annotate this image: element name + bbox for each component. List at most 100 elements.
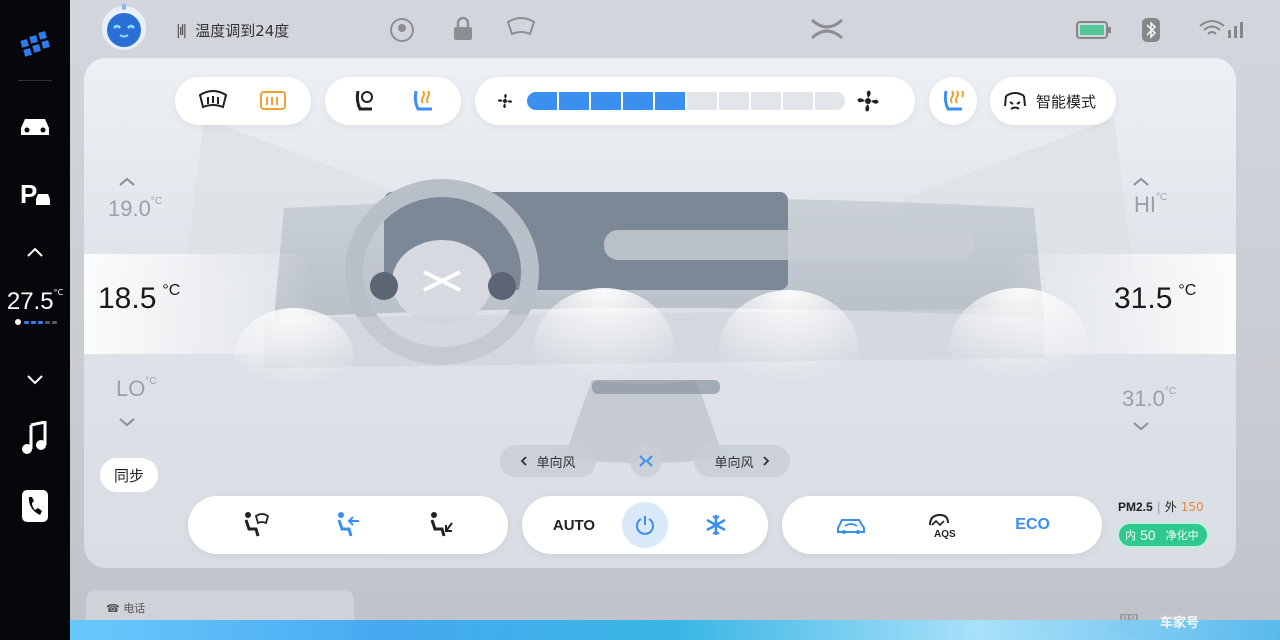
left-down-unit: °C — [145, 376, 157, 387]
left-temp-unit: °C — [162, 282, 181, 299]
right-up-unit: °C — [1156, 192, 1168, 203]
cabin-temp-value: 27.5 — [6, 288, 54, 315]
auto-button[interactable]: AUTO — [550, 501, 598, 549]
small-fan-icon — [14, 319, 21, 325]
ac-cooling-button[interactable] — [692, 501, 740, 549]
inside-label: 内 — [1125, 529, 1136, 542]
right-temp-up-value[interactable]: HI°C — [1134, 192, 1167, 218]
vent-sweep-button[interactable] — [630, 445, 662, 477]
airflow-mode-group — [188, 496, 508, 554]
fan-seg — [751, 92, 781, 110]
rear-defrost-button[interactable] — [249, 77, 297, 125]
eco-label: ECO — [1015, 516, 1050, 533]
battery-icon — [1076, 20, 1112, 44]
fan-seg — [527, 92, 557, 110]
climate-panel: 智能模式 19.0°C 18.5 °C LO°C HI°C 31.5 °C 31.0… — [84, 58, 1236, 568]
right-temp-down-value[interactable]: 31.0°C — [1122, 386, 1176, 412]
defrost-group — [175, 77, 311, 125]
fan-high-icon[interactable] — [853, 89, 883, 113]
left-temp-down-chevron-icon[interactable] — [118, 412, 136, 431]
right-down-unit: °C — [1164, 386, 1177, 397]
fan-seg — [783, 92, 813, 110]
right-temp-up-chevron-icon[interactable] — [1132, 172, 1150, 191]
left-temp-up-value[interactable]: 19.0°C — [108, 196, 162, 222]
voice-message: 温度调到24度 — [195, 22, 290, 40]
dock-fan-seg — [30, 320, 36, 324]
auto-label: AUTO — [552, 516, 596, 534]
voice-assistant-avatar[interactable] — [96, 2, 152, 58]
fan-speed-bar[interactable] — [527, 92, 845, 110]
right-vent-direction-button[interactable]: 单向风 — [694, 445, 790, 477]
snowflake-icon — [706, 515, 726, 535]
left-temp-up-chevron-icon[interactable] — [118, 172, 136, 191]
airflow-face-button[interactable] — [324, 501, 372, 549]
left-vent-direction-button[interactable]: 单向风 — [500, 445, 596, 477]
dock-fan-seg — [37, 320, 43, 324]
aqs-button[interactable]: AQS — [918, 501, 966, 549]
front-defrost-button[interactable] — [189, 77, 237, 125]
seat-heating-icon — [413, 90, 432, 111]
right-temp-unit: °C — [1178, 282, 1197, 299]
temp-up-chevron-icon[interactable] — [0, 238, 70, 266]
bluetooth-icon — [1142, 18, 1160, 46]
right-temperature[interactable]: 31.5 °C — [1114, 282, 1196, 316]
purification-status[interactable]: 内 50 净化中 — [1117, 522, 1209, 548]
rear-defrost-icon — [260, 91, 286, 110]
eco-button[interactable]: ECO — [1009, 501, 1057, 549]
right-down-temp: 31.0 — [1122, 386, 1165, 411]
left-temp-value: 18.5 — [98, 282, 157, 315]
voice-status: |ıl| 温度调到24度 — [176, 20, 289, 41]
fan-low-icon[interactable] — [491, 93, 519, 109]
aqs-text: AQS — [934, 529, 956, 539]
pm25-label: PM2.5 — [1118, 499, 1153, 514]
airflow-feet-icon — [430, 512, 454, 537]
purify-label: 净化中 — [1165, 529, 1199, 542]
seat-heating-button[interactable] — [399, 77, 447, 125]
chevron-right-icon — [762, 456, 769, 466]
app-launcher-icon[interactable] — [0, 22, 70, 66]
sync-button[interactable]: 同步 — [100, 458, 158, 492]
seat-group — [325, 77, 461, 125]
fan-seg — [559, 92, 589, 110]
cabin-temp-unit: °C — [53, 288, 64, 297]
steering-heat-button[interactable] — [929, 77, 977, 125]
wifi-signal-icon — [1198, 18, 1248, 44]
right-vent-label: 单向风 — [714, 455, 754, 471]
watermark-text: 车家号 — [1160, 616, 1200, 631]
airflow-face-icon — [337, 512, 359, 537]
voice-wave-icon: |ıl| — [176, 22, 187, 39]
seat-ventilation-button[interactable] — [339, 77, 387, 125]
left-up-unit: °C — [150, 196, 163, 207]
airflow-windshield-button[interactable] — [231, 501, 279, 549]
recirculation-button[interactable] — [827, 501, 875, 549]
phone-card-icon: ☎ — [106, 602, 120, 615]
cabin-temperature[interactable]: 27.5°C — [0, 288, 70, 326]
dock-divider — [18, 80, 52, 81]
outside-pm-value: 150 — [1180, 499, 1204, 514]
right-temp-down-chevron-icon[interactable] — [1132, 416, 1150, 435]
voice-wave-bar — [70, 620, 1280, 640]
seat-ventilation-icon — [355, 90, 373, 111]
left-dock: P 27.5°C — [0, 0, 70, 640]
music-icon[interactable] — [0, 418, 70, 458]
heated-seat-icon — [943, 90, 964, 111]
left-temperature[interactable]: 18.5 °C — [98, 282, 180, 316]
dock-fan-seg — [23, 320, 29, 324]
brand-logo-icon — [810, 18, 844, 44]
chevron-left-icon — [521, 456, 528, 466]
ac-power-button[interactable] — [622, 502, 668, 548]
driver-profile-icon — [388, 16, 416, 48]
front-defrost-status-icon — [506, 16, 536, 44]
vent-sweep-icon — [639, 455, 653, 467]
parking-icon[interactable]: P — [0, 174, 70, 214]
phone-icon[interactable] — [0, 486, 70, 526]
smart-mode-button[interactable]: 智能模式 — [990, 77, 1116, 125]
vehicle-icon[interactable] — [0, 106, 70, 146]
airflow-feet-button[interactable] — [417, 501, 465, 549]
smart-mode-label: 智能模式 — [1036, 92, 1097, 111]
power-icon — [636, 516, 654, 535]
temp-down-chevron-icon[interactable] — [0, 366, 70, 394]
left-temp-down-value[interactable]: LO°C — [116, 376, 157, 402]
outside-label: 外 — [1164, 500, 1177, 514]
right-temp-value: 31.5 — [1114, 282, 1173, 315]
